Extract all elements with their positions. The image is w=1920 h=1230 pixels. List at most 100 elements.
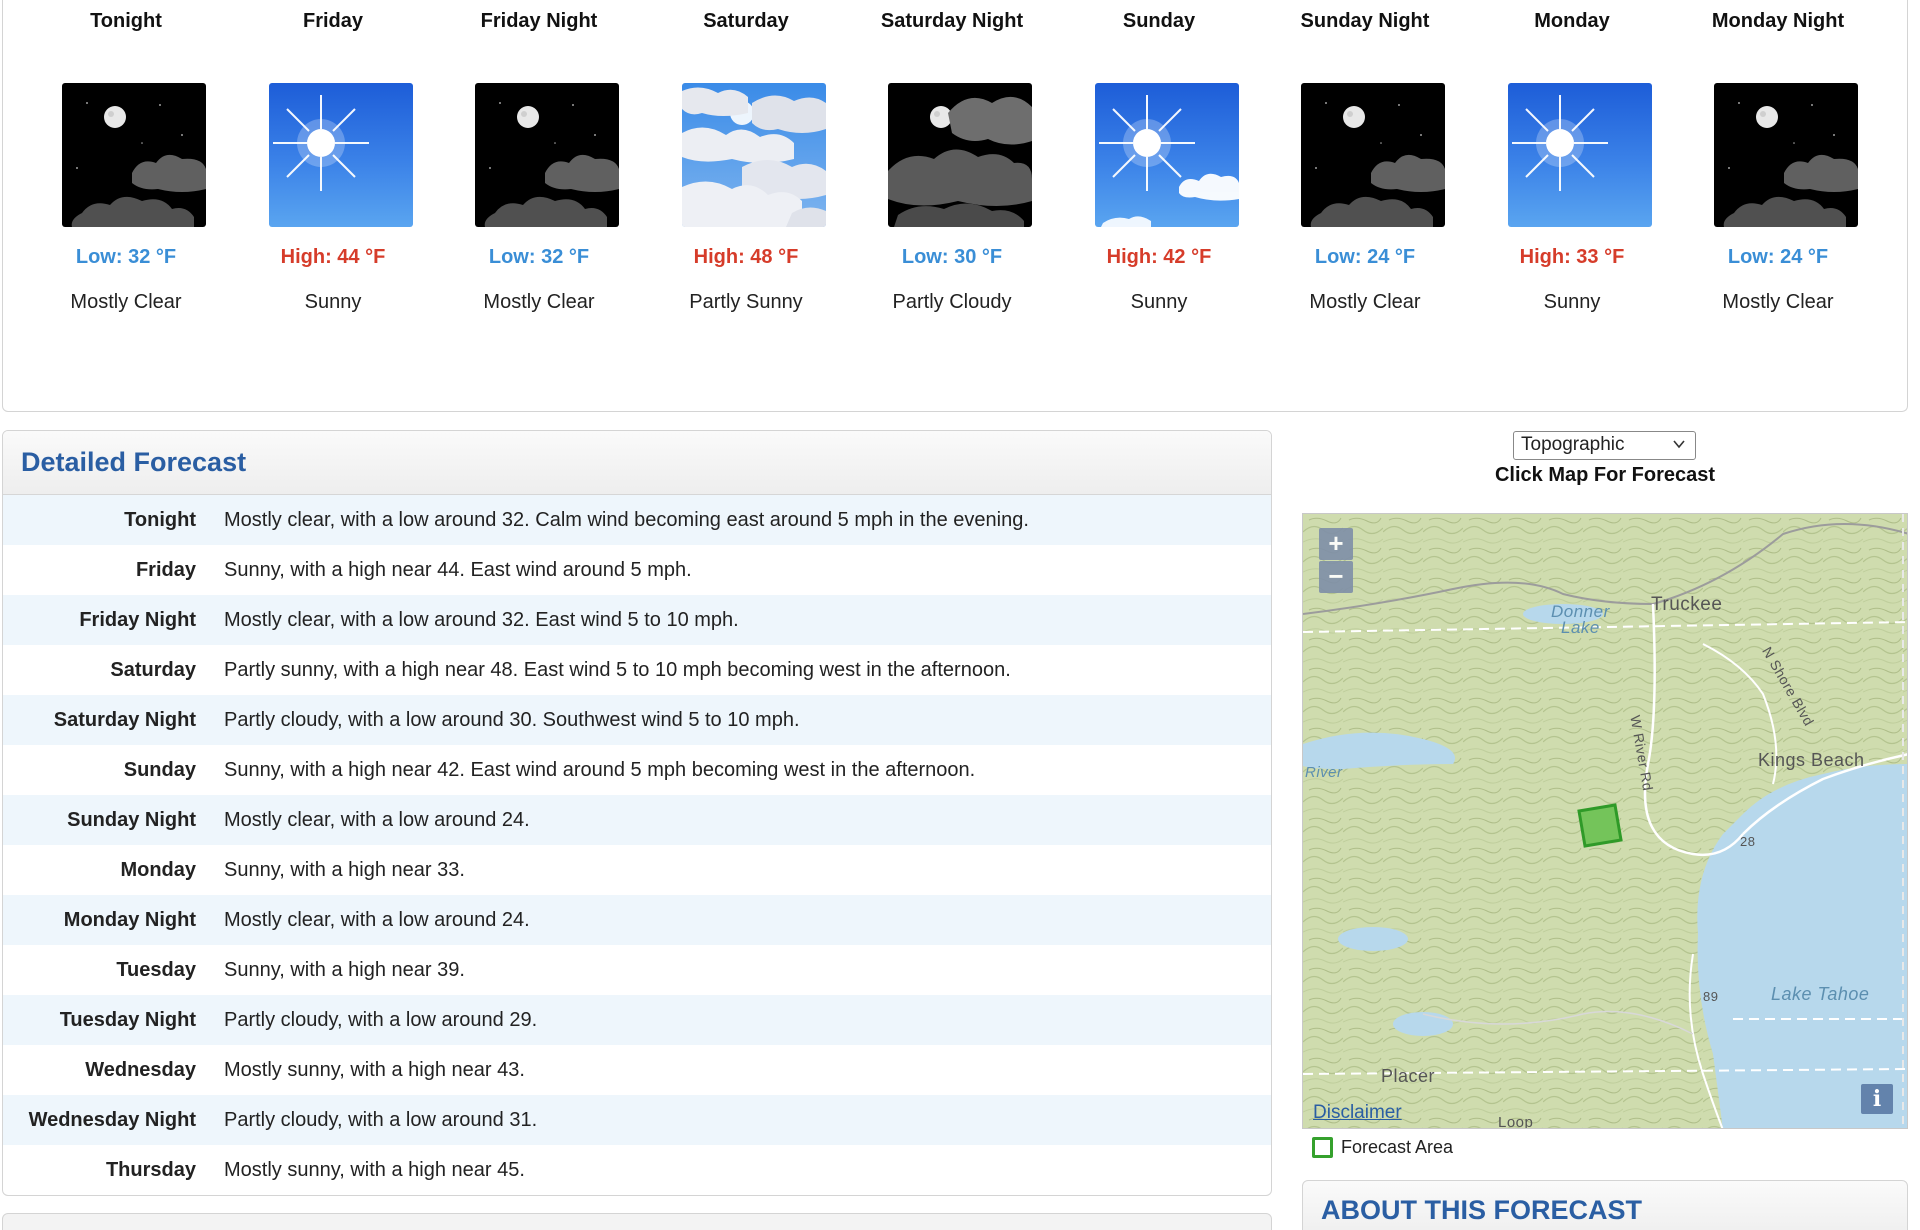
detailed-row-label: Tonight [124,508,196,531]
sun-clouds-icon [682,83,826,227]
detailed-row-text: Mostly clear, with a low around 32. Calm… [224,508,1029,531]
map-label-hwy-28: 28 [1740,834,1756,849]
period-name: Saturday [703,10,789,32]
period-name: Monday Night [1711,10,1845,32]
period-temperature: Low: 32 °F [75,246,177,268]
map-caption: Click Map For Forecast [1494,464,1716,486]
detailed-row-label: Saturday [110,658,196,681]
detailed-row-text: Mostly clear, with a low around 32. East… [224,608,739,631]
moon-cloudy-icon [888,83,1032,227]
map-legend: Forecast Area [1312,1135,1453,1159]
forecast-periods: Tonight Low: 32 °F Mostly Clear Friday High:… [3,0,1907,411]
detailed-forecast-row: Sunday Night Mostly clear, with a low aro… [3,795,1271,845]
period-name: Sunday [1122,10,1196,32]
detailed-row-label: Monday [120,858,196,881]
next-panel-header [2,1213,1272,1230]
period-temperature: High: 48 °F [693,246,799,268]
forecast-area-swatch-icon [1312,1136,1333,1158]
detailed-row-text: Mostly sunny, with a high near 45. [224,1158,525,1181]
detailed-row-label: Sunday [123,758,196,781]
sun-icon [1508,83,1652,227]
detailed-forecast-row: Monday Night Mostly clear, with a low aro… [3,895,1271,945]
detailed-forecast-panel: Detailed Forecast Tonight Mostly clear, w… [2,430,1272,1196]
detailed-forecast-row: Saturday Night Partly cloudy, with a low … [3,695,1271,745]
legend-label: Forecast Area [1341,1136,1454,1157]
moon-clouds-icon [1714,83,1858,227]
detailed-forecast-title: Detailed Forecast [21,447,247,477]
about-forecast-panel: ABOUT THIS FORECAST [1302,1180,1908,1230]
zoom-in-button[interactable]: + [1319,528,1353,560]
period-name: Saturday Night [880,10,1024,32]
detailed-row-text: Partly sunny, with a high near 48. East … [224,658,1011,681]
period-condition: Sunny [304,291,362,313]
map-layer-selected: Topographic [1521,434,1625,455]
map-label-truckee: Truckee [1651,594,1723,615]
map-layer-select[interactable]: Topographic [1513,431,1696,460]
period-condition: Sunny [1543,291,1601,313]
detailed-row-text: Sunny, with a high near 42. East wind ar… [224,758,976,781]
detailed-forecast-row: Tonight Mostly clear, with a low around 3… [3,495,1271,545]
period-temperature: Low: 30 °F [901,246,1003,268]
period-name: Monday [1534,10,1610,32]
zoom-out-button[interactable]: − [1319,561,1353,593]
detailed-forecast-row: Monday Sunny, with a high near 33. [3,845,1271,895]
detailed-forecast-row: Friday Sunny, with a high near 44. East w… [3,545,1271,595]
period-condition: Mostly Clear [1309,291,1421,313]
detailed-row-label: Monday Night [63,908,196,931]
period-name: Friday [302,10,364,32]
map-label-lake-tahoe: Lake Tahoe [1771,984,1870,1004]
period-temperature: Low: 24 °F [1727,246,1829,268]
detailed-row-label: Tuesday [116,958,196,981]
detailed-row-label: Thursday [105,1158,196,1181]
map-label-loop: Loop [1498,1114,1534,1129]
map-label-kings-beach: Kings Beach [1758,750,1865,770]
detailed-row-label: Friday [135,558,196,581]
detailed-forecast-row: Saturday Partly sunny, with a high near 4… [3,645,1271,695]
detailed-row-label: Wednesday Night [28,1108,196,1131]
detailed-row-text: Mostly sunny, with a high near 43. [224,1058,525,1081]
period-condition: Mostly Clear [1722,291,1834,313]
sun-small-cloud-icon [1095,83,1239,227]
detailed-row-text: Sunny, with a high near 39. [224,958,465,981]
about-forecast-title: ABOUT THIS FORECAST [1321,1195,1642,1225]
map-label-placer: Placer [1381,1066,1436,1086]
forecast-map[interactable]: + − Truckee Donner Lake Kings Beach Lake… [1302,513,1908,1129]
map-label-lake: Lake [1561,618,1600,637]
detailed-forecast-header: Detailed Forecast [3,431,1271,495]
period-condition: Mostly Clear [70,291,182,313]
period-name: Tonight [90,10,162,32]
detailed-forecast-row: Wednesday Night Partly cloudy, with a low… [3,1095,1271,1145]
period-condition: Partly Sunny [689,291,803,313]
moon-clouds-icon [62,83,206,227]
detailed-forecast-row: Sunday Sunny, with a high near 42. East w… [3,745,1271,795]
detailed-forecast-rows: Tonight Mostly clear, with a low around 3… [3,495,1271,1195]
moon-clouds-icon [1301,83,1445,227]
detailed-row-label: Friday Night [79,608,196,631]
period-temperature: Low: 32 °F [488,246,590,268]
period-temperature: Low: 24 °F [1314,246,1416,268]
detailed-forecast-row: Tuesday Night Partly cloudy, with a low a… [3,995,1271,1045]
detailed-row-text: Sunny, with a high near 33. [224,858,465,881]
info-button[interactable]: i [1861,1084,1893,1114]
period-condition: Sunny [1130,291,1188,313]
seven-day-forecast: Tonight Low: 32 °F Mostly Clear Friday High:… [2,0,1908,412]
disclaimer-link[interactable]: Disclaimer [1313,1102,1402,1124]
detailed-forecast-row: Wednesday Mostly sunny, with a high near … [3,1045,1271,1095]
period-temperature: High: 44 °F [280,246,386,268]
detailed-row-label: Wednesday [85,1058,196,1081]
period-name: Sunday Night [1300,10,1430,32]
period-condition: Partly Cloudy [892,291,1012,313]
chevron-down-icon [1673,440,1685,449]
detailed-row-text: Partly cloudy, with a low around 29. [224,1008,538,1031]
period-name: Friday Night [480,10,598,32]
detailed-forecast-row: Friday Night Mostly clear, with a low aro… [3,595,1271,645]
period-condition: Mostly Clear [483,291,595,313]
detailed-row-label: Saturday Night [53,708,196,731]
moon-clouds-icon [475,83,619,227]
detailed-row-label: Tuesday Night [59,1008,196,1031]
map-label-hwy-89: 89 [1703,989,1719,1004]
detailed-forecast-row: Tuesday Sunny, with a high near 39. [3,945,1271,995]
detailed-row-text: Mostly clear, with a low around 24. [224,808,530,831]
forecast-area-polygon [1577,803,1623,848]
detailed-row-label: Sunday Night [67,808,196,831]
